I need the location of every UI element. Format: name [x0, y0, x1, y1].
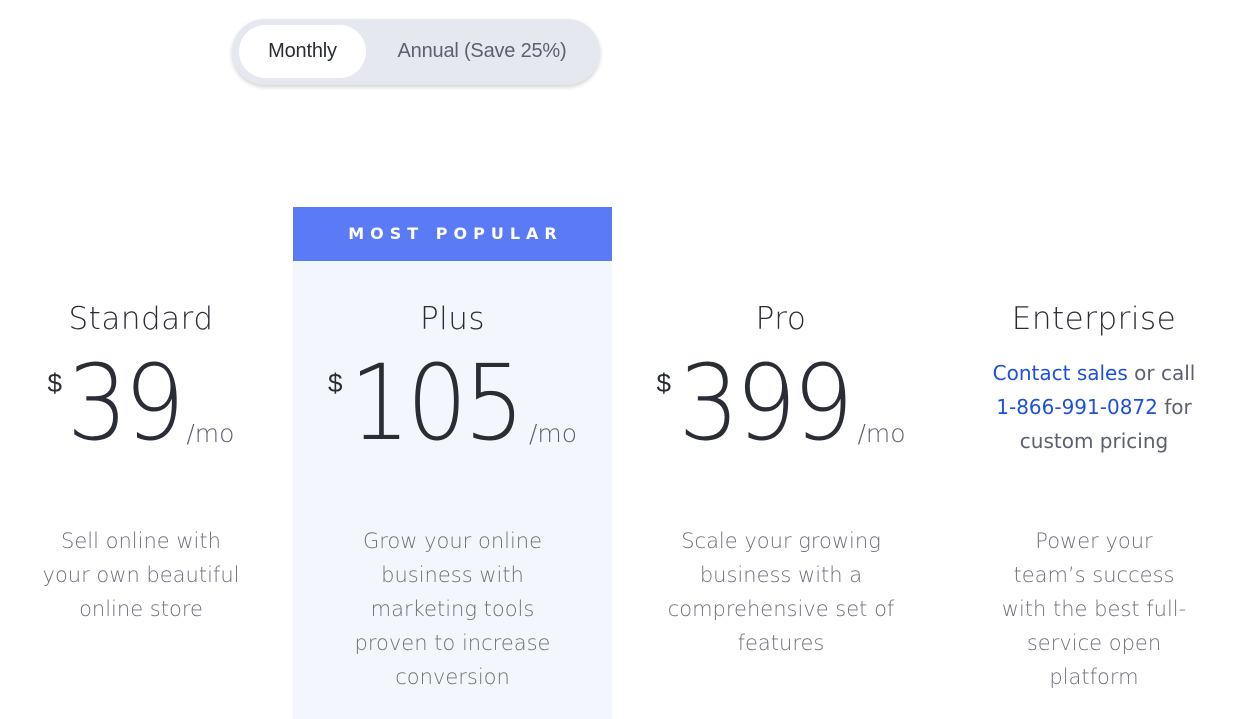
enterprise-contact-info: Contact sales or call 1-866-991-0872 for…	[960, 348, 1228, 458]
toggle-option-monthly[interactable]: Monthly	[239, 25, 366, 78]
currency-symbol: $	[656, 368, 671, 398]
plan-price: $105/mo	[293, 348, 612, 468]
description-line: Grow your online	[362, 529, 543, 553]
description-line: service open	[1026, 631, 1162, 655]
price-amount: 105	[349, 342, 525, 464]
plan-standard: Standard $39/mo	[20, 290, 262, 468]
plan-description-enterprise: Power your team’s success with the best …	[960, 524, 1228, 694]
description-line: features	[737, 631, 825, 655]
plan-name: Enterprise	[1011, 301, 1177, 337]
description-line: proven to increase	[354, 631, 551, 655]
contact-sales-link[interactable]: Contact sales	[993, 361, 1128, 385]
plan-description-standard: Sell online with your own beautiful onli…	[20, 524, 262, 626]
description-line: business with	[381, 563, 524, 587]
contact-text: or call	[1127, 361, 1196, 385]
plan-name: Plus	[419, 301, 486, 337]
currency-symbol: $	[327, 368, 343, 398]
plan-price: $39/mo	[20, 348, 262, 468]
description-line: comprehensive set of	[667, 597, 895, 621]
plan-plus: Plus $105/mo	[293, 290, 612, 468]
price-period: /mo	[186, 419, 235, 448]
plan-pro: Pro $399/mo	[630, 290, 932, 468]
plan-description-plus: Grow your online business with marketing…	[293, 524, 612, 694]
description-line: Scale your growing	[681, 529, 881, 553]
description-line: team’s success	[1013, 563, 1175, 587]
contact-text: custom pricing	[1019, 429, 1169, 453]
plan-name: Pro	[755, 301, 807, 337]
price-period: /mo	[528, 419, 578, 448]
description-line: business with a	[699, 563, 863, 587]
contact-text: for	[1157, 395, 1192, 419]
pricing-page: Monthly Annual (Save 25%) MOST POPULAR S…	[0, 0, 1256, 719]
description-line: Sell online with	[61, 529, 221, 553]
description-line: platform	[1049, 665, 1139, 689]
plan-description-pro: Scale your growing business with a compr…	[630, 524, 932, 660]
price-period: /mo	[857, 419, 906, 448]
description-line: your own beautiful	[42, 563, 240, 587]
price-amount: 39	[66, 342, 185, 464]
description-line: online store	[79, 597, 203, 621]
phone-number-link[interactable]: 1-866-991-0872	[996, 395, 1158, 419]
currency-symbol: $	[47, 368, 63, 398]
toggle-option-annual[interactable]: Annual (Save 25%)	[382, 25, 582, 78]
description-line: marketing tools	[370, 597, 535, 621]
description-line: with the best full-	[1001, 597, 1187, 621]
most-popular-badge: MOST POPULAR	[293, 207, 612, 261]
price-amount: 399	[678, 342, 853, 464]
plan-price: $399/mo	[630, 348, 932, 468]
plan-name: Standard	[68, 301, 214, 337]
plan-enterprise: Enterprise Contact sales or call 1-866-9…	[960, 290, 1228, 458]
description-line: conversion	[395, 665, 510, 689]
description-line: Power your	[1035, 529, 1153, 553]
billing-period-toggle: Monthly Annual (Save 25%)	[232, 19, 600, 85]
